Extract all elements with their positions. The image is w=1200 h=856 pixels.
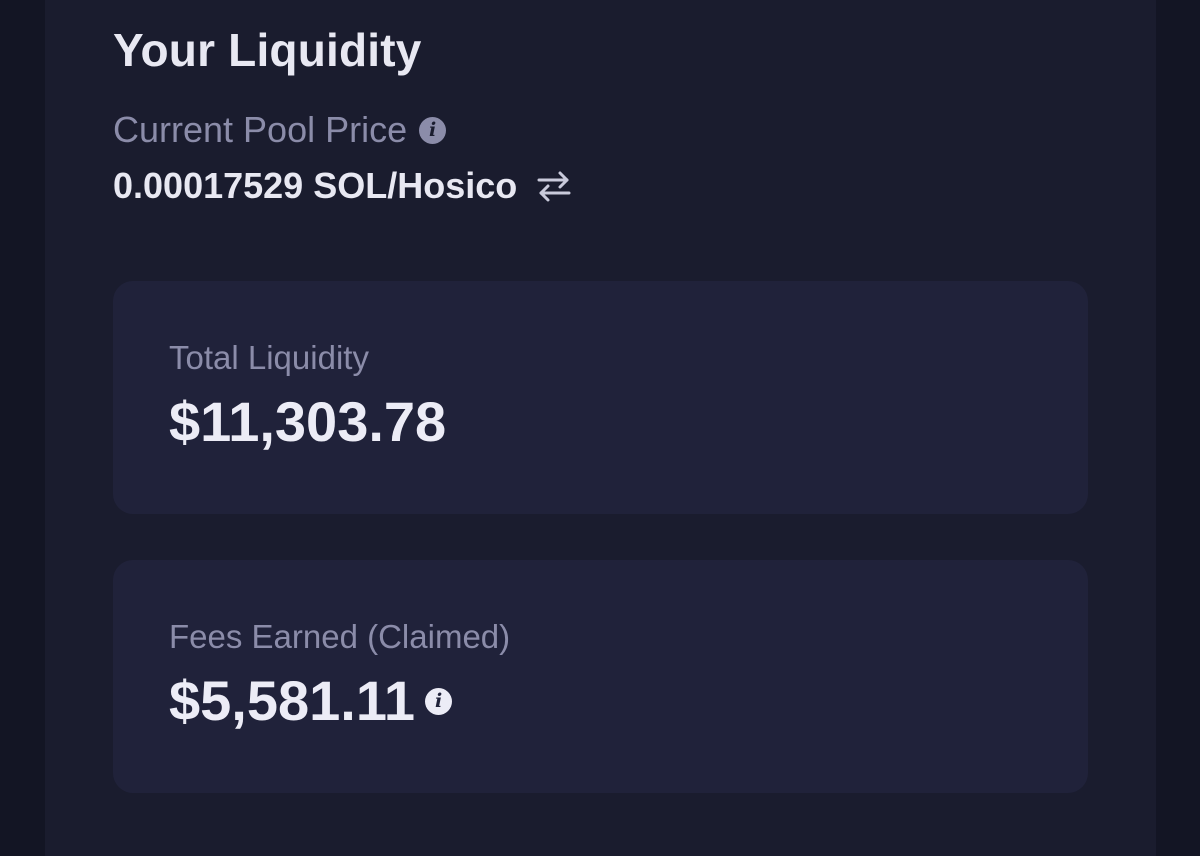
swap-arrows-icon[interactable] bbox=[535, 169, 573, 203]
pool-price-value: 0.00017529 SOL/Hosico bbox=[113, 165, 518, 206]
fees-earned-label: Fees Earned (Claimed) bbox=[169, 618, 511, 655]
pool-price-label-row: Current Pool Price i bbox=[113, 108, 447, 152]
total-liquidity-value-row: $11,303.78 bbox=[169, 389, 446, 455]
total-liquidity-card: Total Liquidity $11,303.78 bbox=[113, 281, 1088, 514]
fees-earned-value-row: $5,581.11 i bbox=[169, 668, 453, 734]
pool-price-label: Current Pool Price bbox=[113, 109, 408, 150]
page-title: Your Liquidity bbox=[113, 24, 422, 76]
total-liquidity-label: Total Liquidity bbox=[169, 339, 369, 376]
fees-earned-card: Fees Earned (Claimed) $5,581.11 i bbox=[113, 560, 1088, 793]
pool-price-value-row: 0.00017529 SOL/Hosico bbox=[113, 163, 573, 209]
total-liquidity-value: $11,303.78 bbox=[169, 390, 447, 453]
fees-earned-value: $5,581.11 bbox=[169, 669, 416, 732]
info-icon[interactable]: i bbox=[419, 116, 447, 144]
info-icon[interactable]: i bbox=[425, 687, 453, 715]
